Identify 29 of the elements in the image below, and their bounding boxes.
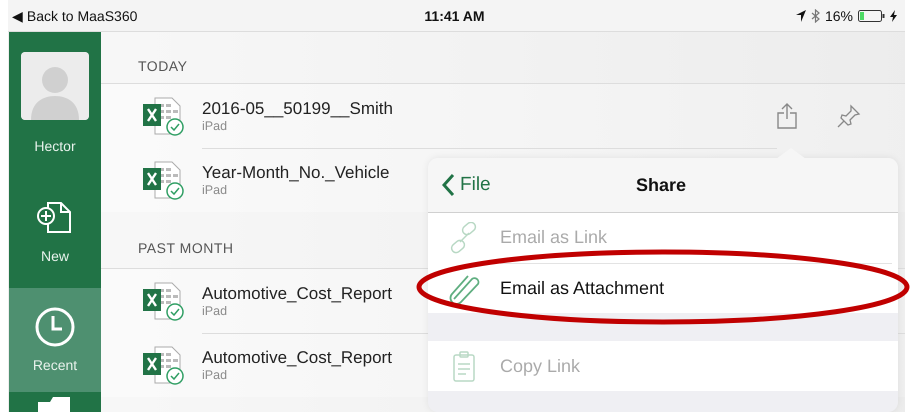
avatar-icon [21,52,89,120]
share-icon[interactable] [777,103,797,129]
clock-time: 11:41 AM [423,8,486,24]
file-name[interactable]: Year-Month_No._Vehicle [202,163,390,183]
file-location: iPad [202,304,228,318]
back-link[interactable]: ◀ Back to MaaS360 [12,8,307,24]
spreadsheet-file-icon [141,96,185,136]
popover-title: Share [636,174,686,196]
file-location: iPad [202,183,228,197]
file-name[interactable]: Automotive_Cost_Report [202,348,392,368]
file-name[interactable]: Automotive_Cost_Report [202,284,392,304]
battery-icon [858,10,885,22]
back-button[interactable]: File [442,174,491,196]
battery-percent: 16% [824,8,853,24]
file-location: iPad [202,368,228,382]
charging-icon [890,10,897,22]
file-name[interactable]: 2016-05__50199__Smith [202,98,393,118]
spreadsheet-file-icon [141,281,185,321]
location-icon [796,10,806,22]
account-button[interactable]: Hector [9,32,101,176]
file-location: iPad [202,118,228,132]
spreadsheet-file-icon [141,345,185,385]
spreadsheet-file-icon [141,160,185,200]
clock-icon [35,307,75,347]
chevron-left-icon [442,174,454,196]
sidebar-item[interactable]: New [9,176,101,288]
pin-icon[interactable] [837,104,861,128]
new-document-icon [36,200,74,236]
bluetooth-icon [810,8,820,22]
